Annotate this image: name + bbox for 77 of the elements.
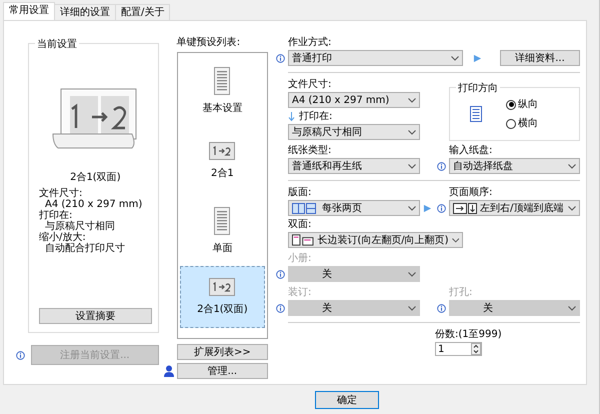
tab[interactable]: 配置/关于 xyxy=(115,4,170,20)
field-label: 纸张类型: xyxy=(288,145,332,157)
radio-option[interactable]: 横向 xyxy=(506,118,538,130)
info-icon xyxy=(276,270,285,278)
field-label: 装订: xyxy=(288,287,312,299)
detail-label: 文件尺寸: xyxy=(39,188,84,199)
ok-button[interactable]: 确定 xyxy=(315,390,379,408)
dropdown[interactable]: 普通纸和再生纸 xyxy=(288,158,420,174)
detail-value: 自动配合打印尺寸 xyxy=(44,243,126,254)
document-icon xyxy=(214,67,230,95)
info-icon xyxy=(276,54,285,62)
field-label: 小册: xyxy=(288,253,312,265)
manage-button[interactable]: 管理... xyxy=(176,363,268,379)
field-label: 页面顺序: xyxy=(449,187,494,199)
info-icon xyxy=(16,350,25,360)
chevron-down-icon xyxy=(408,98,416,102)
chevron-down-icon xyxy=(408,206,416,210)
info-icon xyxy=(437,304,446,312)
info-icon xyxy=(276,304,285,312)
field-label: 输入纸盘: xyxy=(449,145,494,157)
list-title: 单键预设列表: xyxy=(176,37,242,49)
play-icon xyxy=(423,204,432,212)
field-label: 打孔: xyxy=(449,287,474,299)
chevron-down-icon xyxy=(408,306,416,310)
preset-item[interactable]: 2合1(双面) xyxy=(180,266,265,328)
two-in-one-icon xyxy=(209,142,236,160)
field-label: 份数:(1至999) xyxy=(435,329,503,341)
radio-button[interactable] xyxy=(506,100,516,110)
details-button[interactable]: 详细资料... xyxy=(500,50,580,66)
dropdown[interactable]: A4 (210 x 297 mm) xyxy=(288,92,420,108)
dropdown[interactable]: 每张两页 xyxy=(288,200,420,216)
dropdown[interactable]: 长边装订(向左翻页/向上翻页) xyxy=(288,232,463,248)
dropdown[interactable]: 普通打印 xyxy=(288,50,463,66)
field-label: 双面: xyxy=(288,219,312,231)
preview-caption: 2合1(双面) xyxy=(70,171,121,184)
field-label: 版面: xyxy=(288,187,312,199)
chevron-down-icon xyxy=(408,130,416,134)
two-in-one-icon xyxy=(209,278,236,296)
spin-arrows-icon xyxy=(471,343,481,355)
dropdown[interactable]: 左到右/顶端到底端 xyxy=(449,200,580,216)
summary-button[interactable]: 设置摘要 xyxy=(39,308,152,324)
detail-label: 打印在: xyxy=(39,210,72,221)
arrow-down-icon xyxy=(288,112,295,122)
chevron-down-icon xyxy=(568,306,576,310)
info-icon xyxy=(437,162,446,170)
chevron-down-icon xyxy=(568,164,576,168)
expand-list-button[interactable]: 扩展列表>> xyxy=(176,344,268,360)
tab[interactable]: 常用设置 xyxy=(3,2,55,20)
info-icon xyxy=(437,204,446,212)
chevron-down-icon xyxy=(408,164,416,168)
field-label: 文件尺寸: xyxy=(288,79,332,91)
group-title: 打印方向 xyxy=(456,81,500,95)
preset-item[interactable]: 2合1 xyxy=(180,126,265,196)
chevron-down-icon xyxy=(408,272,416,276)
play-icon xyxy=(473,54,482,62)
preset-item[interactable]: 单面 xyxy=(180,196,265,266)
document-icon xyxy=(214,207,230,235)
chevron-down-icon xyxy=(451,56,459,60)
chevron-down-icon xyxy=(452,238,459,242)
user-icon xyxy=(164,365,174,377)
duplex-icon xyxy=(292,234,314,246)
copies-spinner[interactable]: 1 xyxy=(435,342,482,356)
preset-item[interactable]: 基本设置 xyxy=(180,56,265,126)
detail-label: 缩小/放大: xyxy=(39,232,86,243)
detail-value: A4 (210 x 297 mm) xyxy=(45,199,144,210)
group-title: 当前设置 xyxy=(35,37,79,51)
detail-value: 与原稿尺寸相同 xyxy=(45,221,116,232)
dropdown[interactable]: 自动选择纸盘 xyxy=(449,158,580,174)
layout-icon xyxy=(292,202,319,214)
radio-option[interactable]: 纵向 xyxy=(506,98,538,110)
portrait-page-icon xyxy=(470,106,482,122)
radio-button[interactable] xyxy=(506,118,516,128)
field-label: 作业方式: xyxy=(288,37,332,49)
dropdown[interactable]: 与原稿尺寸相同 xyxy=(288,124,420,140)
page-order-icon xyxy=(453,202,477,214)
field-label: 打印在: xyxy=(299,111,332,123)
chevron-down-icon xyxy=(568,206,576,210)
